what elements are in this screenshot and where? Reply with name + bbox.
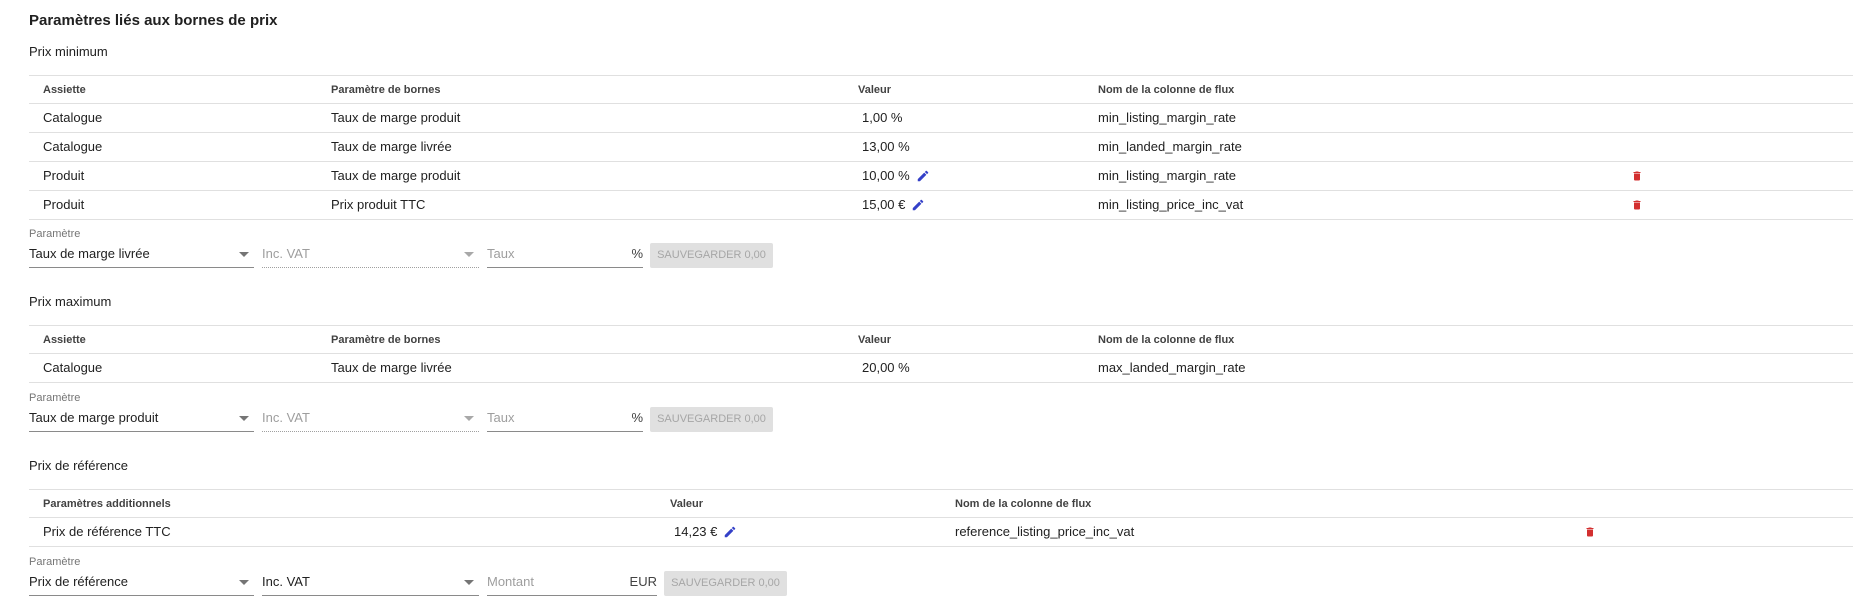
column-header-valeur[interactable]: Valeur [858, 326, 891, 354]
column-header-colonne[interactable]: Nom de la colonne de flux [1098, 326, 1234, 354]
dropdown-arrow-icon [464, 416, 474, 421]
table-prix-minimum: Assiette Paramètre de bornes Valeur Nom … [29, 75, 1853, 220]
parametre-select-value: Prix de référence [29, 574, 128, 589]
table-header: Assiette Paramètre de bornes Valeur Nom … [29, 75, 1853, 104]
section-title-prix-maximum: Prix maximum [29, 294, 112, 309]
table-prix-reference: Paramètres additionnels Valeur Nom de la… [29, 489, 1853, 547]
table-row: Catalogue Taux de marge livrée 20,00 % m… [29, 354, 1853, 383]
cell-assiette: Produit [43, 197, 85, 212]
vat-select-placeholder: Inc. VAT [262, 246, 310, 261]
column-header-colonne[interactable]: Nom de la colonne de flux [955, 490, 1091, 518]
pencil-edit-icon[interactable] [723, 525, 737, 539]
cell-colonne: min_listing_price_inc_vat [1098, 197, 1244, 212]
cell-valeur: 13,00 % [862, 139, 910, 154]
percent-suffix: % [631, 410, 643, 425]
cell-assiette: Catalogue [43, 139, 103, 154]
column-header-valeur[interactable]: Valeur [670, 490, 703, 518]
vat-select-value: Inc. VAT [262, 574, 310, 589]
cell-valeur-editable: 14,23 € [674, 518, 737, 546]
cell-parametre: Taux de marge produit [331, 110, 461, 125]
parametre-select-value: Taux de marge livrée [29, 246, 150, 261]
pencil-edit-icon[interactable] [916, 169, 930, 183]
vat-select[interactable]: Inc. VAT [262, 242, 479, 268]
table-row: Catalogue Taux de marge produit 1,00 % m… [29, 104, 1853, 133]
column-header-assiette[interactable]: Assiette [43, 76, 86, 104]
parametre-label: Paramètre [29, 228, 81, 240]
column-header-colonne[interactable]: Nom de la colonne de flux [1098, 76, 1234, 104]
montant-placeholder: Montant [487, 574, 534, 589]
cell-valeur: 1,00 % [862, 110, 903, 125]
cell-colonne: max_landed_margin_rate [1098, 360, 1246, 375]
parametre-select[interactable]: Taux de marge livrée [29, 242, 254, 268]
dropdown-arrow-icon [239, 416, 249, 421]
dropdown-arrow-icon [239, 580, 249, 585]
montant-input[interactable]: Montant EUR [487, 570, 657, 596]
cell-assiette: Catalogue [43, 110, 103, 125]
taux-placeholder: Taux [487, 246, 515, 261]
trash-delete-icon[interactable] [1584, 525, 1596, 539]
cell-valeur-editable: 15,00 € [862, 191, 925, 219]
table-row: Prix de référence TTC 14,23 € reference_… [29, 518, 1853, 547]
trash-delete-icon[interactable] [1631, 198, 1643, 212]
section-title-prix-minimum: Prix minimum [29, 44, 108, 59]
table-header: Assiette Paramètre de bornes Valeur Nom … [29, 325, 1853, 354]
cell-valeur-editable: 10,00 % [862, 162, 930, 190]
cell-parametre: Taux de marge produit [331, 168, 461, 183]
parametre-select[interactable]: Taux de marge produit [29, 406, 254, 432]
cell-parametre: Prix produit TTC [331, 197, 426, 212]
table-row: Catalogue Taux de marge livrée 13,00 % m… [29, 133, 1853, 162]
section-title-prix-reference: Prix de référence [29, 458, 128, 473]
column-header-valeur[interactable]: Valeur [858, 76, 891, 104]
dropdown-arrow-icon [239, 252, 249, 257]
taux-input[interactable]: Taux % [487, 406, 643, 432]
cell-valeur: 10,00 % [862, 168, 910, 183]
cell-colonne: min_listing_margin_rate [1098, 168, 1237, 183]
table-prix-maximum: Assiette Paramètre de bornes Valeur Nom … [29, 325, 1853, 383]
cell-valeur: 14,23 € [674, 524, 718, 539]
taux-placeholder: Taux [487, 410, 515, 425]
dropdown-arrow-icon [464, 252, 474, 257]
cell-assiette: Catalogue [43, 360, 103, 375]
dropdown-arrow-icon [464, 580, 474, 585]
parametre-select-value: Taux de marge produit [29, 410, 159, 425]
column-header-parametre[interactable]: Paramètre de bornes [331, 76, 440, 104]
cell-valeur: 20,00 % [862, 360, 910, 375]
page-title: Paramètres liés aux bornes de prix [29, 12, 278, 29]
vat-select-placeholder: Inc. VAT [262, 410, 310, 425]
cell-valeur: 15,00 € [862, 197, 906, 212]
cell-assiette: Produit [43, 168, 85, 183]
cell-colonne: reference_listing_price_inc_vat [955, 524, 1135, 539]
parametre-label: Paramètre [29, 392, 81, 404]
column-header-assiette[interactable]: Assiette [43, 326, 86, 354]
cell-parametre: Taux de marge livrée [331, 360, 452, 375]
trash-delete-icon[interactable] [1631, 169, 1643, 183]
pencil-edit-icon[interactable] [911, 198, 925, 212]
save-button[interactable]: SAUVEGARDER 0,00 [650, 407, 773, 432]
taux-input[interactable]: Taux % [487, 242, 643, 268]
currency-suffix: EUR [629, 574, 657, 589]
column-header-parametres-additionnels[interactable]: Paramètres additionnels [43, 490, 171, 518]
save-button[interactable]: SAUVEGARDER 0,00 [650, 243, 773, 268]
vat-select[interactable]: Inc. VAT [262, 570, 479, 596]
cell-colonne: min_landed_margin_rate [1098, 139, 1242, 154]
table-row: Produit Prix produit TTC 15,00 € min_lis… [29, 191, 1853, 220]
cell-parametre: Taux de marge livrée [331, 139, 452, 154]
percent-suffix: % [631, 246, 643, 261]
cell-parametre: Prix de référence TTC [43, 524, 171, 539]
table-header: Paramètres additionnels Valeur Nom de la… [29, 489, 1853, 518]
save-button[interactable]: SAUVEGARDER 0,00 [664, 571, 787, 596]
table-row: Produit Taux de marge produit 10,00 % mi… [29, 162, 1853, 191]
parametre-label: Paramètre [29, 556, 81, 568]
cell-colonne: min_listing_margin_rate [1098, 110, 1237, 125]
column-header-parametre[interactable]: Paramètre de bornes [331, 326, 440, 354]
vat-select[interactable]: Inc. VAT [262, 406, 479, 432]
parametre-select[interactable]: Prix de référence [29, 570, 254, 596]
